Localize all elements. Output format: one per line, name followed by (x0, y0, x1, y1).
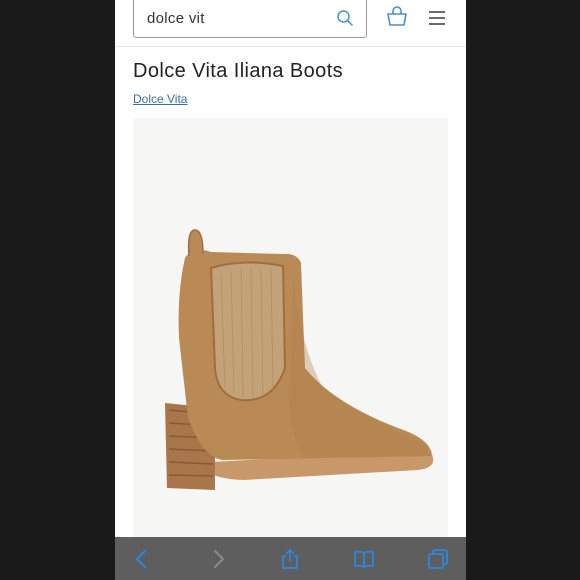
search-input[interactable]: dolce vit (133, 0, 367, 38)
hamburger-menu-icon[interactable] (428, 10, 446, 26)
bookmarks-icon[interactable] (353, 548, 375, 570)
search-icon[interactable] (336, 9, 354, 27)
header-divider (115, 46, 466, 47)
share-icon[interactable] (279, 548, 301, 570)
product-title: Dolce Vita Iliana Boots (133, 60, 344, 82)
back-chevron-icon[interactable] (131, 548, 153, 570)
shopping-bag-icon[interactable] (385, 5, 409, 29)
phone-screen: dolce vit Dolce Vita Iliana Boots Dolce … (115, 0, 466, 580)
product-image[interactable] (133, 118, 448, 538)
tabs-icon[interactable] (427, 548, 449, 570)
search-input-value[interactable]: dolce vit (147, 10, 205, 27)
browser-toolbar (115, 537, 466, 580)
boot-illustration (165, 229, 434, 490)
forward-chevron-icon[interactable] (207, 548, 229, 570)
brand-link[interactable]: Dolce Vita (133, 92, 187, 106)
